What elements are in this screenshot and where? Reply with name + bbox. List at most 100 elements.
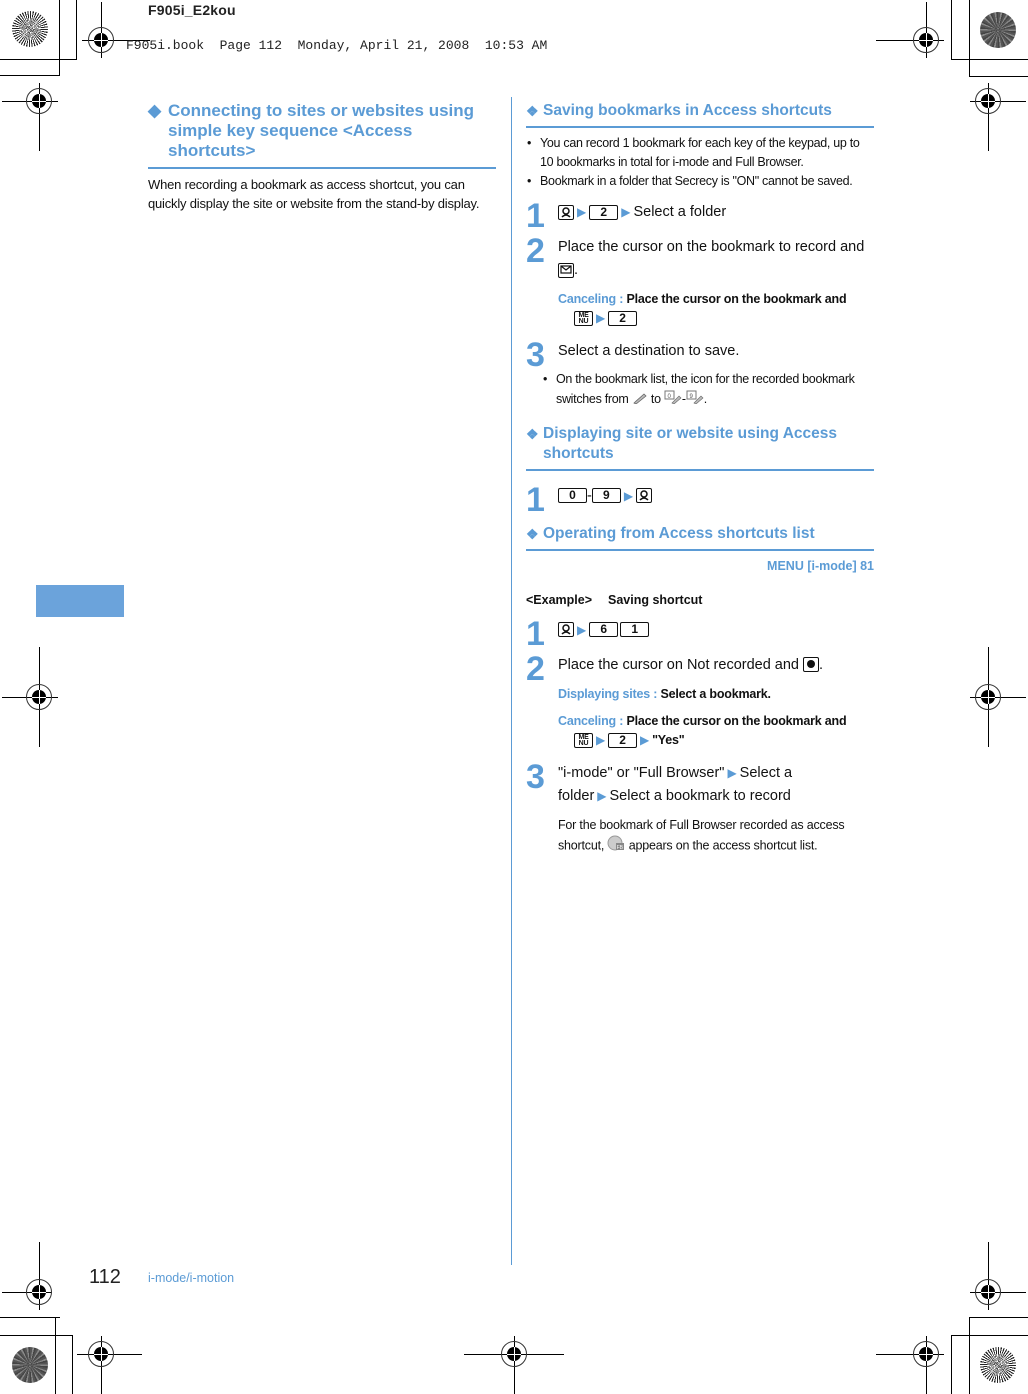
subsection-title-text: Saving bookmarks in Access shortcuts (543, 102, 832, 119)
step-text: 0-9 ▶ (558, 485, 874, 508)
example-label: <Example> (526, 592, 593, 607)
footer-section: i-mode/i-motion (148, 1271, 235, 1285)
center-key-icon (803, 657, 820, 673)
step-instruction: Select a bookmark to record (609, 787, 791, 804)
note-text: . (703, 392, 708, 406)
ornament-icon: ❖ (526, 525, 539, 542)
menu-key-icon: ME NU (574, 732, 593, 748)
step-number: 1 (526, 614, 545, 653)
example-heading: <Example> Saving shortcut (526, 593, 874, 607)
color-target-icon (980, 12, 1016, 48)
key-0-icon: 0 (558, 488, 587, 504)
ornament-icon: ❖ (526, 103, 539, 119)
registration-mark-icon (975, 1279, 1001, 1305)
note-text: Place the cursor on the bookmark and (626, 292, 847, 306)
section-title-line1: Connecting to sites or websites using (168, 101, 475, 120)
chapter-tab (36, 585, 124, 617)
note-text: Select a bookmark. (660, 686, 771, 701)
arrow-right-icon: ▶ (596, 311, 606, 325)
step-instruction: folder (558, 787, 595, 804)
subsection-title-text: shortcuts (543, 444, 614, 462)
crop-line (0, 75, 60, 76)
mail-key-icon (558, 262, 574, 278)
registration-mark-icon (88, 27, 114, 53)
registration-mark-icon (975, 684, 1001, 710)
registration-mark-icon (26, 1279, 52, 1305)
arrow-right-icon: ▶ (623, 488, 634, 503)
step-1: 1 ▶ 2 ▶ Select a folder (526, 198, 874, 234)
note-text: appears on the access shortcut list. (628, 838, 818, 852)
subsection-rule (526, 468, 874, 471)
full-browser-note: For the bookmark of Full Browser recorde… (558, 816, 874, 857)
section-title-line2: simple key sequence <Access shortcuts> (168, 121, 413, 160)
svg-text:FB: FB (617, 845, 624, 851)
arrow-right-icon: ▶ (597, 788, 607, 803)
step-instruction: Place the cursor on the bookmark to reco… (558, 239, 865, 255)
bookmark-pen-icon (632, 390, 648, 410)
step-3: 3 "i-mode" or "Full Browser" ▶ Select a fo… (526, 759, 874, 857)
step-3: 3 Select a destination to save. (526, 337, 874, 373)
ornament-icon: ❖ (526, 425, 539, 442)
step-instruction: Place the cursor on Not recorded and (558, 656, 799, 673)
subsection-rule (526, 126, 874, 128)
crop-line (59, 0, 60, 76)
registration-mark-icon (913, 27, 939, 53)
key-9-icon: 9 (591, 488, 621, 504)
step-3-notes: On the bookmark list, the icon for the r… (526, 369, 874, 410)
step-text: Place the cursor on the bookmark to reco… (558, 236, 874, 282)
page-number: 112 (89, 1266, 121, 1288)
arrow-right-icon: ▶ (596, 732, 606, 747)
key-2-icon: 2 (608, 732, 638, 748)
list-item: On the bookmark list, the icon for the r… (542, 369, 874, 410)
full-browser-icon: FB (607, 835, 625, 857)
i-mode-key-icon (636, 488, 653, 504)
color-target-icon (12, 11, 48, 47)
registration-mark-icon (26, 88, 52, 114)
crop-line (0, 1335, 73, 1336)
arrow-right-icon: ▶ (577, 622, 587, 637)
shortcut-bookmark-9-icon: 9 (686, 390, 704, 410)
punctuation: . (819, 656, 824, 673)
step-text: Place the cursor on Not recorded and . (558, 654, 874, 677)
subsection-rule (526, 548, 874, 551)
menu-key-icon: ME NU (574, 311, 593, 327)
saving-notes: You can record 1 bookmark for each key o… (526, 134, 874, 191)
note-label: Canceling : (558, 292, 627, 306)
crop-line (951, 59, 1028, 60)
arrow-right-icon: ▶ (640, 732, 650, 747)
crop-line (72, 1335, 73, 1394)
note-text: Place the cursor on the bookmark and (626, 713, 847, 728)
list-item: You can record 1 bookmark for each key o… (526, 134, 874, 172)
intro-text: When recording a bookmark as access shor… (148, 177, 480, 211)
step-instruction: Select a (739, 764, 793, 781)
registration-mark-icon (88, 1341, 114, 1367)
step-number: 3 (526, 336, 545, 374)
step-number: 2 (526, 232, 545, 270)
section-rule (148, 167, 496, 169)
shortcut-bookmark-0-icon: 0 (664, 390, 682, 410)
crop-line (55, 1317, 56, 1394)
step-text: ▶ 2 ▶ Select a folder (558, 201, 874, 224)
step-number: 1 (526, 480, 545, 519)
note-label: Canceling : (558, 713, 627, 728)
arrow-right-icon: ▶ (727, 765, 737, 780)
subsection-title-text: Displaying site or website using Access (543, 424, 838, 442)
step-1: 1 ▶ 6 1 (526, 616, 874, 652)
key-1-icon: 1 (620, 622, 650, 638)
crop-line (969, 76, 1028, 77)
crop-line (969, 1317, 970, 1394)
column-divider (511, 97, 512, 1265)
menu-path: MENU [i-mode] 81 (767, 558, 874, 573)
color-target-icon (12, 1347, 48, 1383)
arrow-right-icon: ▶ (621, 205, 631, 219)
arrow-right-icon: ▶ (577, 205, 587, 219)
note-text: to (650, 392, 661, 406)
crop-line (951, 1335, 952, 1394)
crop-line (951, 1335, 1028, 1336)
step-1: 1 0-9 ▶ (526, 482, 874, 518)
note-text: "Yes" (652, 732, 685, 747)
note-keys: ME NU ▶ 2 ▶ "Yes" (558, 731, 874, 750)
subsection-title-saving: ❖ Saving bookmarks in Access shortcuts (526, 101, 874, 121)
step-number: 1 (526, 197, 545, 235)
color-target-icon (980, 1347, 1016, 1383)
